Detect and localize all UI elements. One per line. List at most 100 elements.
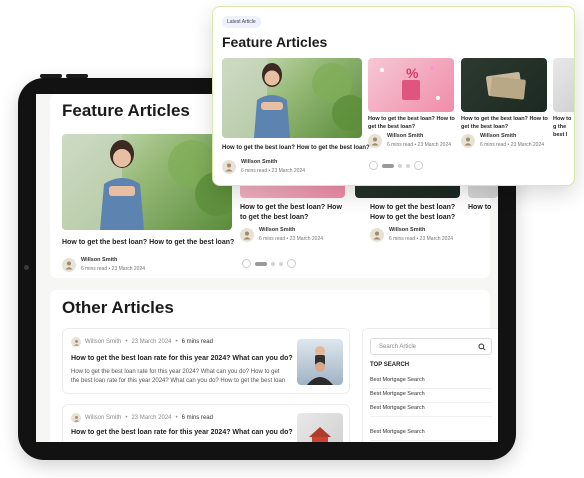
popup-side-image-1[interactable]: % [368,58,454,112]
avatar-icon [370,227,384,242]
article-thumbnail[interactable] [297,413,343,442]
read-time: 6 mins read [389,236,416,242]
author-name: Willson Smith [241,159,278,165]
main-article-title[interactable]: How to get the best loan? How to get the… [62,238,234,248]
top-search-item[interactable]: Best Mortgage Search [370,429,492,441]
popup-side-meta-2: Willson Smith 6 mins read • 23 March 202… [461,133,544,148]
author-name: Willson Smith [81,257,118,263]
side-article-title-1[interactable]: How to get the best loan? How to get the… [240,203,345,223]
carousel-dot-active[interactable] [255,261,267,266]
avatar-icon [62,257,76,272]
bullet-separator: • [507,142,510,148]
main-article-image[interactable] [62,134,232,230]
avatar-icon [368,133,382,148]
publish-date: 23 March 2024 [111,266,146,272]
publish-date: 23 March 2024 [510,142,545,148]
avatar-icon [461,133,475,148]
other-articles-title: Other Articles [62,298,174,317]
publish-date: 23 March 2024 [417,142,452,148]
popup-main-image[interactable] [222,58,362,138]
bullet-separator: • [416,236,419,242]
popup-side-meta-1: Willson Smith 6 mins read • 23 March 202… [368,133,451,148]
top-search-item[interactable]: Best Mortgage Search [370,391,492,403]
popup-feature-title: Feature Articles [222,34,328,50]
read-time: 6 mins read [241,168,268,174]
side-article-title-2[interactable]: How to get the best loan? How to get the… [370,203,470,223]
bullet-separator: • [268,168,271,174]
latest-article-badge: Latest Article [222,16,261,28]
carousel-dot[interactable] [271,261,275,266]
author-name: Willson Smith [259,227,296,233]
chevron-left-icon[interactable] [369,161,378,170]
popup-side-title-2[interactable]: How to get the best loan? How to get the… [461,115,549,131]
search-sidebar: Search Article TOP SEARCH Best Mortgage … [362,328,498,442]
avatar-icon [71,337,81,347]
house-photo [309,427,331,442]
top-search-label: TOP SEARCH [370,362,410,368]
svg-text:%: % [406,65,419,81]
search-icon[interactable] [478,343,486,351]
carousel-dot-active[interactable] [382,163,394,168]
author-name: Willson Smith [387,133,424,139]
read-time: 6 mins read [387,142,414,148]
popup-side-image-3[interactable] [553,58,574,112]
carousel-dot[interactable] [398,163,402,168]
read-time: 6 mins read [181,339,213,345]
author-name: Willson Smith [85,415,122,421]
avatar-icon [240,227,254,242]
article-excerpt: How to get the best loan rate for this y… [71,369,286,384]
article-meta: Willson Smith • 23 March 2024 • 6 mins r… [71,337,213,347]
read-time: 6 mins read [480,142,507,148]
article-title[interactable]: How to get the best loan rate for this y… [71,429,293,436]
side-article-meta-1: Willson Smith 6 mins read • 23 March 202… [240,227,323,242]
popup-side-title-1[interactable]: How to get the best loan? How to get the… [368,115,456,131]
bullet-separator: • [125,415,128,421]
chevron-right-icon[interactable] [414,161,423,170]
woman-photo-illustration [62,134,232,230]
avatar-icon [222,159,236,174]
carousel-dots [242,259,296,268]
side-article-title-3[interactable]: How to g the best l [468,203,492,213]
tablet-top-button-2 [66,74,88,78]
bullet-separator: • [286,236,289,242]
search-input[interactable]: Search Article [370,338,492,355]
article-card[interactable]: Willson Smith • 23 March 2024 • 6 mins r… [62,404,350,442]
chevron-right-icon[interactable] [287,259,296,268]
search-placeholder: Search Article [379,344,417,350]
publish-date: 23 March 2024 [289,236,324,242]
publish-date: 23 March 2024 [131,339,172,345]
popup-side-image-2[interactable] [461,58,547,112]
camera-dot [24,265,29,270]
chevron-left-icon[interactable] [242,259,251,268]
read-time: 6 mins read [181,415,213,421]
gift-photo: % [380,65,440,100]
top-search-item[interactable]: Best Mortgage Search [370,377,492,389]
popup-main-meta: Willson Smith 6 mins read • 23 March 202… [222,159,305,174]
carousel-dot[interactable] [406,163,410,168]
avatar-icon [71,413,81,423]
author-name: Willson Smith [480,133,517,139]
publish-date: 23 March 2024 [419,236,454,242]
popup-side-title-3[interactable]: How to g the best l [553,115,574,139]
read-time: 6 mins read [259,236,286,242]
article-card[interactable]: Willson Smith • 23 March 2024 • 6 mins r… [62,328,350,394]
author-name: Willson Smith [389,227,426,233]
carousel-dot[interactable] [279,261,283,266]
popup-carousel-dots [369,161,423,170]
bullet-separator: • [414,142,417,148]
side-article-meta-2: Willson Smith 6 mins read • 23 March 202… [370,227,453,242]
tablet-top-button [40,74,62,78]
author-name: Willson Smith [85,339,122,345]
article-title[interactable]: How to get the best loan rate for this y… [71,355,293,362]
article-thumbnail[interactable] [297,339,343,385]
popup-main-title[interactable]: How to get the best loan? How to get the… [222,143,370,153]
top-search-item[interactable]: Best Mortgage Search [370,405,492,417]
bullet-separator: • [175,339,178,345]
publish-date: 23 March 2024 [131,415,172,421]
bullet-separator: • [108,266,111,272]
read-time: 6 mins read [81,266,108,272]
feature-title: Feature Articles [62,101,190,120]
money-photo [486,71,526,100]
main-article-meta: Willson Smith 6 mins read • 23 March 202… [62,257,145,272]
woman-photo-illustration [222,58,362,138]
